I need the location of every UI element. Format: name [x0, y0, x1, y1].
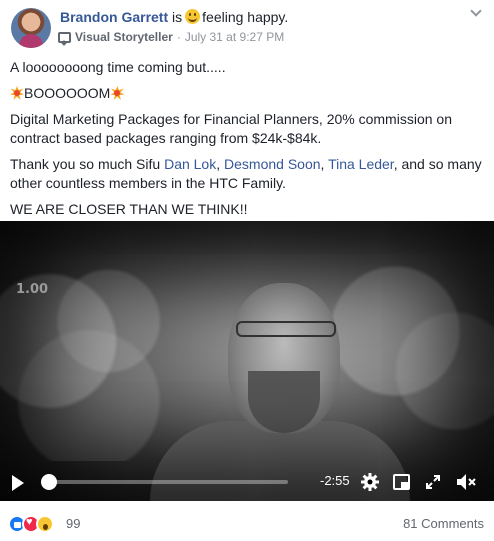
- gear-icon[interactable]: [361, 473, 379, 491]
- post-body: A loooooooong time coming but..... BOOOO…: [10, 58, 486, 226]
- picture-in-picture-icon[interactable]: [393, 474, 410, 490]
- video-vignette: [0, 221, 494, 501]
- thanks-text: Thank you so much Sifu: [10, 156, 165, 172]
- timestamp[interactable]: July 31 at 9:27 PM: [185, 30, 284, 44]
- comma: ,: [320, 156, 329, 172]
- post-line: Digital Marketing Packages for Financial…: [10, 111, 452, 146]
- reaction-count[interactable]: 99: [66, 516, 80, 531]
- is-text: is: [172, 9, 183, 25]
- post-title-line: Brandon Garrett is feeling happy.: [60, 9, 288, 25]
- playback-rate: 1.00: [16, 282, 49, 297]
- post-line: Thank you so much Sifu Dan Lok, Desmond …: [10, 155, 486, 193]
- post-header: Brandon Garrett is feeling happy. Visual …: [0, 0, 494, 50]
- post-footer: 99 81 Comments: [0, 505, 494, 541]
- avatar[interactable]: [11, 8, 51, 48]
- time-remaining: -2:55: [320, 473, 350, 488]
- post-line: A loooooooong time coming but.....: [10, 59, 226, 75]
- chevron-down-icon[interactable]: [469, 6, 483, 20]
- video-controls: -2:55: [0, 465, 494, 501]
- mention-link[interactable]: Dan Lok: [164, 156, 216, 172]
- video-player[interactable]: 1.00 -2:55: [0, 221, 494, 501]
- expand-icon[interactable]: [426, 475, 440, 489]
- post-meta: Visual Storyteller · July 31 at 9:27 PM: [58, 30, 284, 44]
- feeling-text[interactable]: feeling happy.: [202, 9, 288, 25]
- play-icon[interactable]: [10, 475, 26, 491]
- badge-label[interactable]: Visual Storyteller: [75, 30, 173, 44]
- wow-reaction-icon: [36, 515, 54, 533]
- progress-handle[interactable]: [40, 474, 57, 490]
- smiley-icon: [185, 9, 201, 24]
- mention-link[interactable]: Desmond Soon: [224, 156, 321, 172]
- mention-link[interactable]: Tina Leder: [328, 156, 394, 172]
- progress-bar[interactable]: [40, 474, 288, 490]
- boom-text: BOOOOOOM: [24, 85, 111, 101]
- collision-icon: [110, 86, 124, 100]
- comments-count[interactable]: 81 Comments: [403, 516, 484, 531]
- mute-icon[interactable]: [456, 473, 478, 491]
- speech-bubble-icon: [58, 31, 71, 43]
- post-line: WE ARE CLOSER THAN WE THINK!!: [10, 201, 248, 217]
- collision-icon: [10, 86, 24, 100]
- meta-separator: ·: [176, 30, 181, 44]
- comma: ,: [216, 156, 225, 172]
- author-name[interactable]: Brandon Garrett: [60, 9, 168, 25]
- reaction-icons[interactable]: [8, 513, 68, 533]
- post-line: BOOOOOOM: [10, 84, 486, 103]
